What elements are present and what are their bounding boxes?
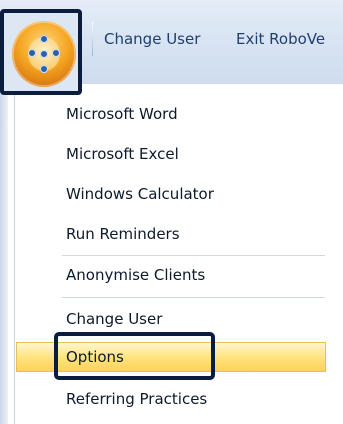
menu-item-microsoft-word[interactable]: Microsoft Word [66,105,178,123]
menu-item-anonymise-clients[interactable]: Anonymise Clients [66,266,205,284]
options-focus-frame [54,332,215,380]
application-button[interactable] [0,9,82,95]
menu-separator [62,255,325,256]
menu-item-referring-practices[interactable]: Referring Practices [66,390,207,408]
application-orb-icon [12,21,76,87]
exit-toolbar-button[interactable]: Exit RoboVe [236,30,325,48]
menu-border [0,84,8,424]
toolbar-separator [92,22,93,56]
menu-separator [62,297,325,298]
menu-item-run-reminders[interactable]: Run Reminders [66,225,180,243]
change-user-toolbar-button[interactable]: Change User [104,30,200,48]
menu-item-windows-calculator[interactable]: Windows Calculator [66,185,214,203]
menu-item-microsoft-excel[interactable]: Microsoft Excel [66,145,179,163]
menu-item-change-user[interactable]: Change User [66,310,162,328]
